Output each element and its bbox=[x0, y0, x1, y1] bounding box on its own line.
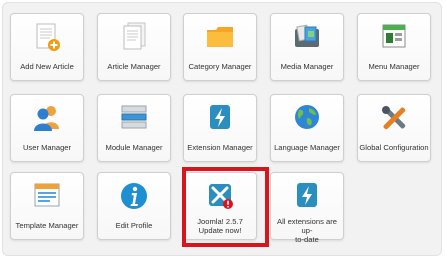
module-manager-tile[interactable]: Module Manager bbox=[97, 94, 171, 162]
extensions-status-line2: to-date bbox=[295, 235, 319, 244]
module-manager-icon bbox=[121, 105, 147, 129]
extension-manager-tile[interactable]: Extension Manager bbox=[183, 94, 257, 162]
extension-check-icon bbox=[297, 183, 317, 207]
tools-icon bbox=[382, 106, 406, 130]
extension-icon bbox=[210, 105, 230, 129]
extensions-status-line1: All extensions are up- bbox=[277, 217, 337, 235]
edit-profile-tile[interactable]: Edit Profile bbox=[97, 172, 171, 240]
update-highlight-box bbox=[182, 167, 269, 247]
article-manager-icon bbox=[123, 22, 146, 50]
global-configuration-label: Global Configuration bbox=[359, 143, 429, 152]
article-manager-tile[interactable]: Article Manager bbox=[97, 13, 171, 81]
media-manager-label: Media Manager bbox=[280, 62, 334, 71]
add-new-article-icon bbox=[36, 23, 60, 51]
users-icon bbox=[34, 106, 59, 131]
template-manager-icon bbox=[34, 183, 60, 207]
template-manager-tile[interactable]: Template Manager bbox=[10, 172, 84, 240]
extensions-status-label: All extensions are up- to-date bbox=[272, 217, 342, 244]
extension-manager-label: Extension Manager bbox=[187, 143, 253, 152]
media-manager-tile[interactable]: Media Manager bbox=[270, 13, 344, 81]
edit-profile-label: Edit Profile bbox=[115, 221, 153, 230]
quick-icons-panel: Add New Article Article Manager Category… bbox=[2, 2, 442, 256]
article-manager-label: Article Manager bbox=[107, 62, 161, 71]
template-manager-label: Template Manager bbox=[15, 221, 79, 230]
category-manager-tile[interactable]: Category Manager bbox=[183, 13, 257, 81]
extensions-status-tile[interactable]: All extensions are up- to-date bbox=[270, 172, 344, 244]
folder-icon bbox=[207, 27, 233, 47]
module-manager-label: Module Manager bbox=[105, 143, 163, 152]
info-icon bbox=[121, 183, 147, 209]
menu-manager-tile[interactable]: Menu Manager bbox=[357, 13, 431, 81]
user-manager-label: User Manager bbox=[22, 143, 72, 152]
user-manager-tile[interactable]: User Manager bbox=[10, 94, 84, 162]
global-configuration-tile[interactable]: Global Configuration bbox=[357, 94, 431, 162]
add-new-article-label: Add New Article bbox=[20, 62, 74, 71]
language-manager-label: Language Manager bbox=[274, 143, 340, 152]
menu-manager-icon bbox=[382, 24, 406, 48]
category-manager-label: Category Manager bbox=[188, 62, 252, 71]
menu-manager-label: Menu Manager bbox=[368, 62, 420, 71]
globe-icon bbox=[295, 105, 319, 129]
add-new-article-tile[interactable]: Add New Article bbox=[10, 13, 84, 81]
language-manager-tile[interactable]: Language Manager bbox=[270, 94, 344, 162]
media-manager-icon bbox=[295, 24, 319, 47]
